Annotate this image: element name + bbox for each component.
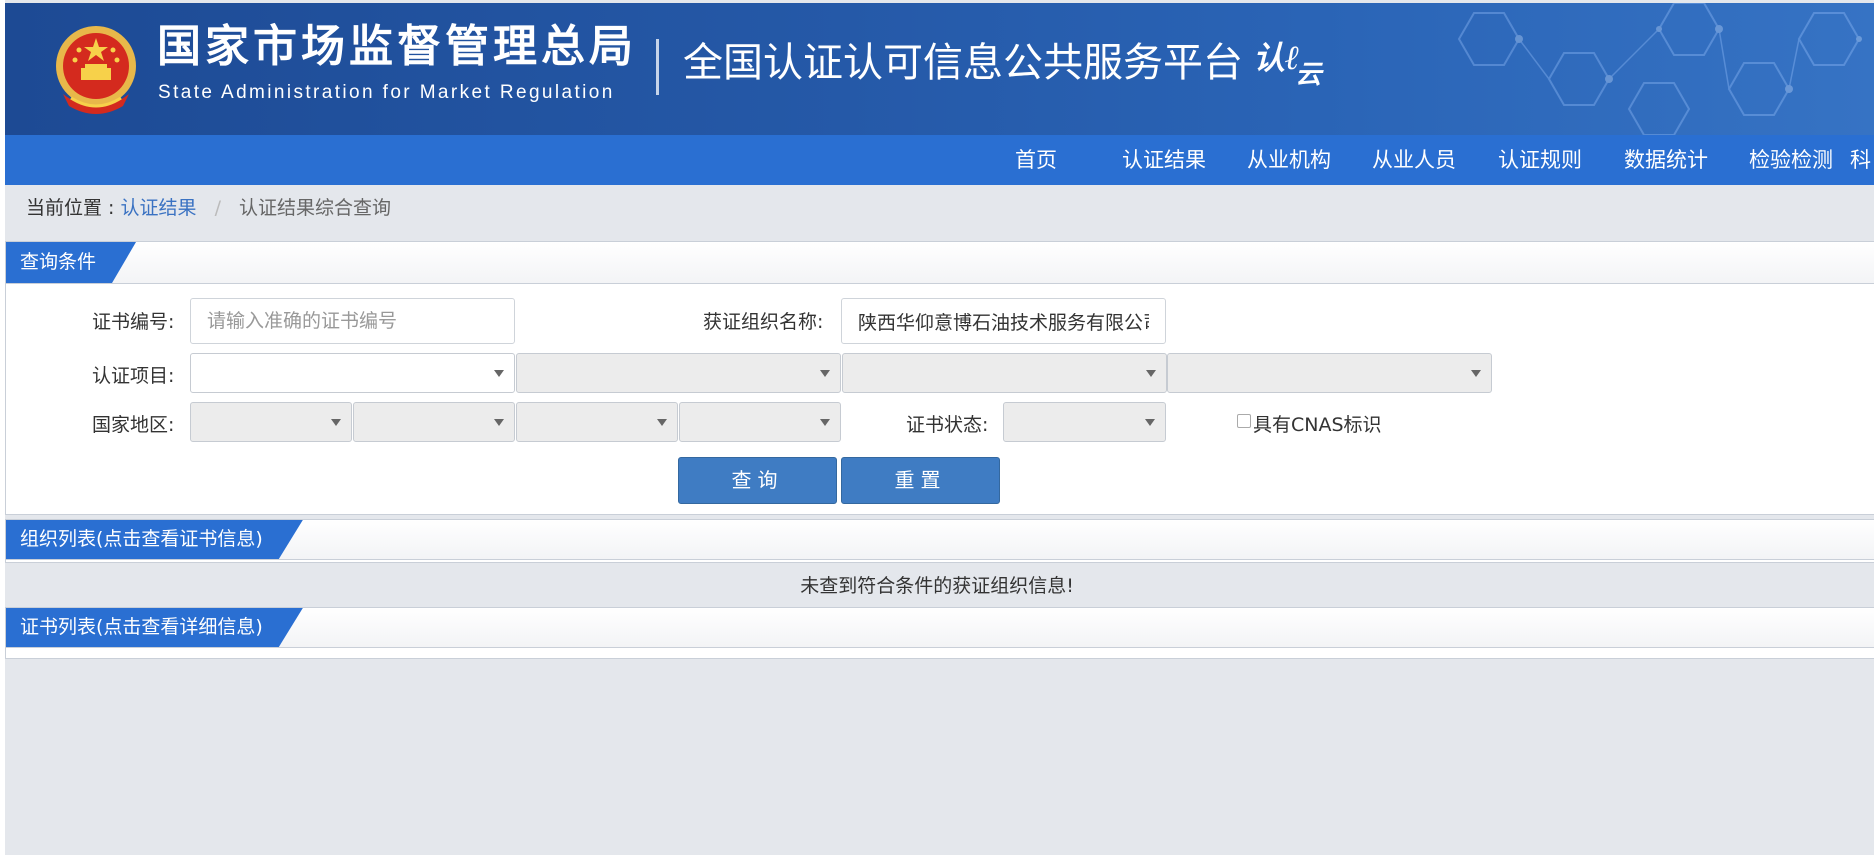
agency-title-cn: 国家市场监督管理总局 bbox=[157, 21, 637, 72]
query-panel-title: 查询条件 bbox=[6, 242, 136, 283]
cert-project-select-1[interactable] bbox=[190, 353, 515, 393]
region-select-4[interactable] bbox=[679, 402, 841, 442]
org-name-label: 获证组织名称: bbox=[703, 311, 824, 333]
platform-title: 全国认证认可信息公共服务平台 bbox=[683, 40, 1243, 86]
main-nav: 首页 认证结果 从业机构 从业人员 认证规则 数据统计 检验检测 科 bbox=[5, 135, 1874, 185]
header-divider bbox=[656, 39, 659, 95]
nav-cert-rules[interactable]: 认证规则 bbox=[1498, 135, 1582, 185]
cnas-checkbox[interactable] bbox=[1237, 414, 1251, 428]
agency-title-en: State Administration for Market Regulati… bbox=[158, 82, 615, 103]
caret-down-icon bbox=[820, 419, 830, 426]
cert-list-panel-header: 证书列表(点击查看详细信息) bbox=[6, 608, 1874, 648]
query-panel-header: 查询条件 bbox=[6, 242, 1874, 284]
nav-institutions[interactable]: 从业机构 bbox=[1247, 135, 1331, 185]
cert-status-select[interactable] bbox=[1003, 402, 1166, 442]
org-list-panel-title: 组织列表(点击查看证书信息) bbox=[6, 520, 303, 559]
caret-down-icon bbox=[1145, 419, 1155, 426]
region-select-3[interactable] bbox=[516, 402, 678, 442]
platform-logo: 认ℓ云 bbox=[1253, 39, 1322, 88]
caret-down-icon bbox=[494, 419, 504, 426]
caret-down-icon bbox=[820, 370, 830, 377]
breadcrumb-label: 当前位置 : bbox=[26, 197, 115, 219]
org-list-panel-header: 组织列表(点击查看证书信息) bbox=[6, 520, 1874, 560]
breadcrumb-current: 认证结果综合查询 bbox=[239, 197, 392, 219]
cnas-checkbox-label: 具有CNAS标识 bbox=[1253, 414, 1382, 436]
cert-project-label: 认证项目: bbox=[92, 365, 175, 387]
logo-sub-text: 云 bbox=[1295, 60, 1322, 90]
logo-mark-text: 认 bbox=[1253, 39, 1286, 77]
nav-statistics[interactable]: 数据统计 bbox=[1624, 135, 1708, 185]
breadcrumb-separator: / bbox=[214, 197, 221, 219]
caret-down-icon bbox=[657, 419, 667, 426]
cert-status-label: 证书状态: bbox=[906, 414, 989, 436]
caret-down-icon bbox=[494, 370, 504, 377]
breadcrumb: 当前位置 : 认证结果 / 认证结果综合查询 bbox=[26, 196, 391, 220]
region-select-2[interactable] bbox=[353, 402, 515, 442]
cert-project-select-2[interactable] bbox=[516, 353, 841, 393]
org-name-input[interactable] bbox=[841, 298, 1166, 344]
caret-down-icon bbox=[1146, 370, 1156, 377]
region-label: 国家地区: bbox=[92, 414, 175, 436]
cert-project-select-4[interactable] bbox=[1167, 353, 1492, 393]
region-select-1[interactable] bbox=[190, 402, 352, 442]
search-button[interactable]: 查询 bbox=[678, 457, 837, 504]
reset-button[interactable]: 重置 bbox=[841, 457, 1000, 504]
caret-down-icon bbox=[1471, 370, 1481, 377]
org-list-empty-message: 未查到符合条件的获证组织信息! bbox=[800, 575, 1074, 597]
site-header: 国家市场监督管理总局 State Administration for Mark… bbox=[5, 3, 1874, 135]
nav-inspection[interactable]: 检验检测 bbox=[1749, 135, 1833, 185]
hexagon-pattern-decoration bbox=[1457, 3, 1862, 135]
org-list-panel: 组织列表(点击查看证书信息) bbox=[5, 519, 1874, 563]
cert-list-panel-title: 证书列表(点击查看详细信息) bbox=[6, 608, 303, 647]
nav-science-truncated[interactable]: 科 bbox=[1850, 135, 1871, 185]
nav-practitioners[interactable]: 从业人员 bbox=[1372, 135, 1456, 185]
cert-no-label: 证书编号: bbox=[92, 311, 175, 333]
breadcrumb-link-cert-results[interactable]: 认证结果 bbox=[121, 197, 197, 219]
national-emblem-icon bbox=[56, 26, 136, 114]
cert-list-panel: 证书列表(点击查看详细信息) bbox=[5, 607, 1874, 659]
nav-cert-results[interactable]: 认证结果 bbox=[1122, 135, 1206, 185]
cert-no-input[interactable] bbox=[190, 298, 515, 344]
caret-down-icon bbox=[331, 419, 341, 426]
nav-home[interactable]: 首页 bbox=[1015, 135, 1057, 185]
cert-project-select-3[interactable] bbox=[842, 353, 1167, 393]
